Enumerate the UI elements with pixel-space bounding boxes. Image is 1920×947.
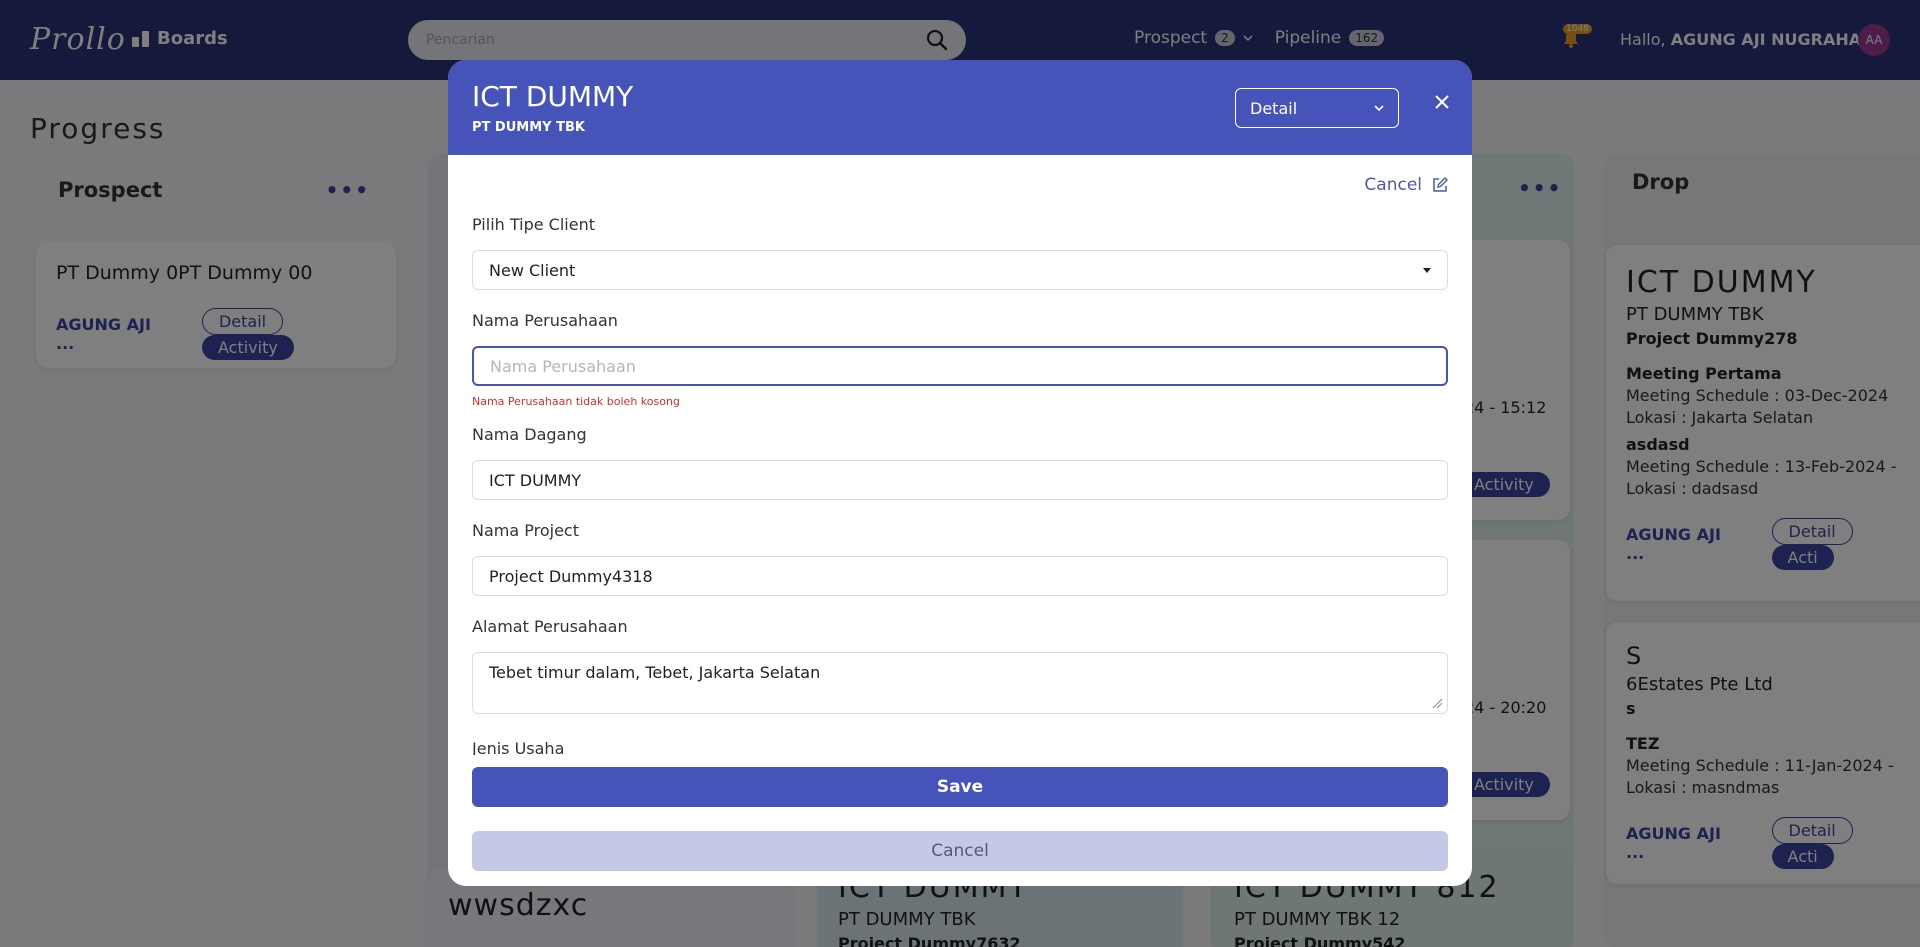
- project-name-value: Project Dummy4318: [489, 566, 653, 586]
- caret-down-icon: [1423, 267, 1431, 273]
- save-button[interactable]: Save: [472, 767, 1448, 807]
- company-name-label: Nama Perusahaan: [472, 311, 618, 330]
- trade-name-field[interactable]: ICT DUMMY: [472, 460, 1448, 500]
- company-name-error: Nama Perusahaan tidak boleh kosong: [472, 395, 680, 408]
- client-type-label: Pilih Tipe Client: [472, 215, 595, 234]
- business-type-label: Jenis Usaha: [472, 739, 565, 755]
- modal-header: ICT DUMMY PT DUMMY TBK Detail: [448, 60, 1472, 155]
- modal-subtitle: PT DUMMY TBK: [472, 120, 585, 135]
- client-type-select[interactable]: New Client: [472, 250, 1448, 290]
- company-address-field[interactable]: Tebet timur dalam, Tebet, Jakarta Selata…: [472, 652, 1448, 714]
- edit-client-modal: ICT DUMMY PT DUMMY TBK Detail Cancel Pil…: [448, 60, 1472, 886]
- cancel-edit-button[interactable]: Cancel: [1364, 175, 1448, 195]
- company-address-label: Alamat Perusahaan: [472, 617, 628, 636]
- cancel-button[interactable]: Cancel: [472, 831, 1448, 871]
- project-name-field[interactable]: Project Dummy4318: [472, 556, 1448, 596]
- view-select-value: Detail: [1250, 98, 1298, 118]
- trade-name-label: Nama Dagang: [472, 425, 587, 444]
- view-select[interactable]: Detail: [1235, 88, 1399, 128]
- company-name-input[interactable]: [490, 356, 1430, 376]
- cancel-edit-label: Cancel: [1364, 175, 1422, 195]
- trade-name-value: ICT DUMMY: [489, 470, 582, 490]
- project-name-label: Nama Project: [472, 521, 579, 540]
- modal-title: ICT DUMMY: [472, 80, 634, 113]
- chevron-down-icon: [1374, 105, 1384, 112]
- company-name-field[interactable]: [472, 346, 1448, 386]
- modal-body[interactable]: Cancel Pilih Tipe Client New Client Nama…: [448, 155, 1472, 755]
- company-address-value: Tebet timur dalam, Tebet, Jakarta Selata…: [489, 663, 821, 682]
- client-type-value: New Client: [489, 260, 576, 280]
- resize-handle-icon[interactable]: [1431, 697, 1443, 709]
- close-icon[interactable]: [1432, 94, 1452, 114]
- edit-icon: [1433, 177, 1448, 192]
